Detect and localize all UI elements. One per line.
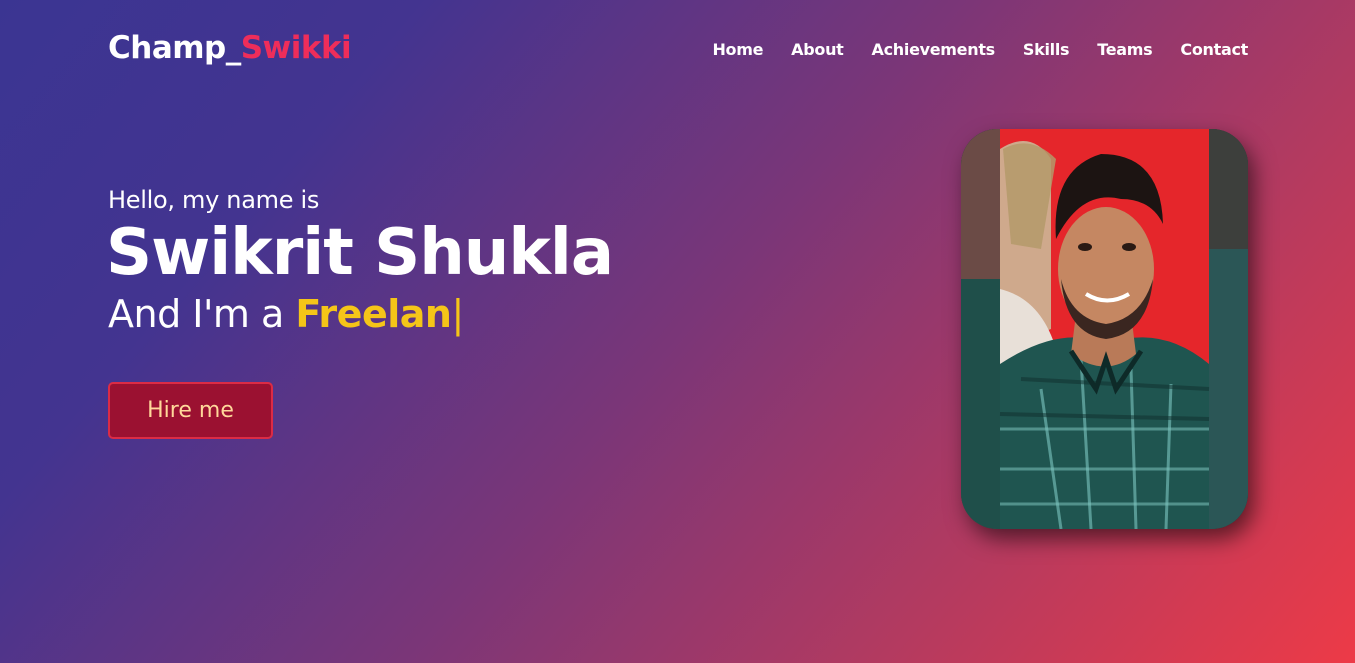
hero-section: Hello, my name is Swikrit Shukla And I'm… — [106, 186, 614, 336]
nav-item-skills: Skills — [1023, 40, 1070, 59]
typing-cursor: | — [451, 292, 464, 336]
nav-link-skills[interactable]: Skills — [1023, 40, 1070, 59]
nav-menu: Home About Achievements Skills Teams Con… — [684, 40, 1248, 59]
nav-link-contact[interactable]: Contact — [1180, 40, 1248, 59]
hero-name: Swikrit Shukla — [106, 216, 614, 290]
role-prefix: And I'm a — [108, 292, 296, 336]
profile-photo — [961, 129, 1248, 529]
brand-logo[interactable]: Champ_Swikki — [108, 30, 352, 66]
profile-photo-image — [961, 129, 1248, 529]
nav-item-about: About — [791, 40, 844, 59]
navbar: Champ_Swikki Home About Achievements Ski… — [0, 0, 1355, 100]
nav-item-teams: Teams — [1097, 40, 1152, 59]
nav-item-contact: Contact — [1180, 40, 1248, 59]
hero-greeting: Hello, my name is — [108, 186, 320, 214]
nav-link-home[interactable]: Home — [712, 40, 763, 59]
nav-item-home: Home — [712, 40, 763, 59]
hire-me-button[interactable]: Hire me — [108, 382, 273, 439]
nav-item-achievements: Achievements — [872, 40, 996, 59]
nav-link-about[interactable]: About — [791, 40, 844, 59]
hero-role: And I'm a Freelan| — [108, 292, 613, 336]
brand-name-part1: Champ_ — [108, 30, 241, 66]
role-typed-text: Freelan — [295, 292, 452, 336]
brand-name-part2: Swikki — [240, 30, 352, 66]
nav-link-teams[interactable]: Teams — [1097, 40, 1152, 59]
nav-link-achievements[interactable]: Achievements — [872, 40, 996, 59]
